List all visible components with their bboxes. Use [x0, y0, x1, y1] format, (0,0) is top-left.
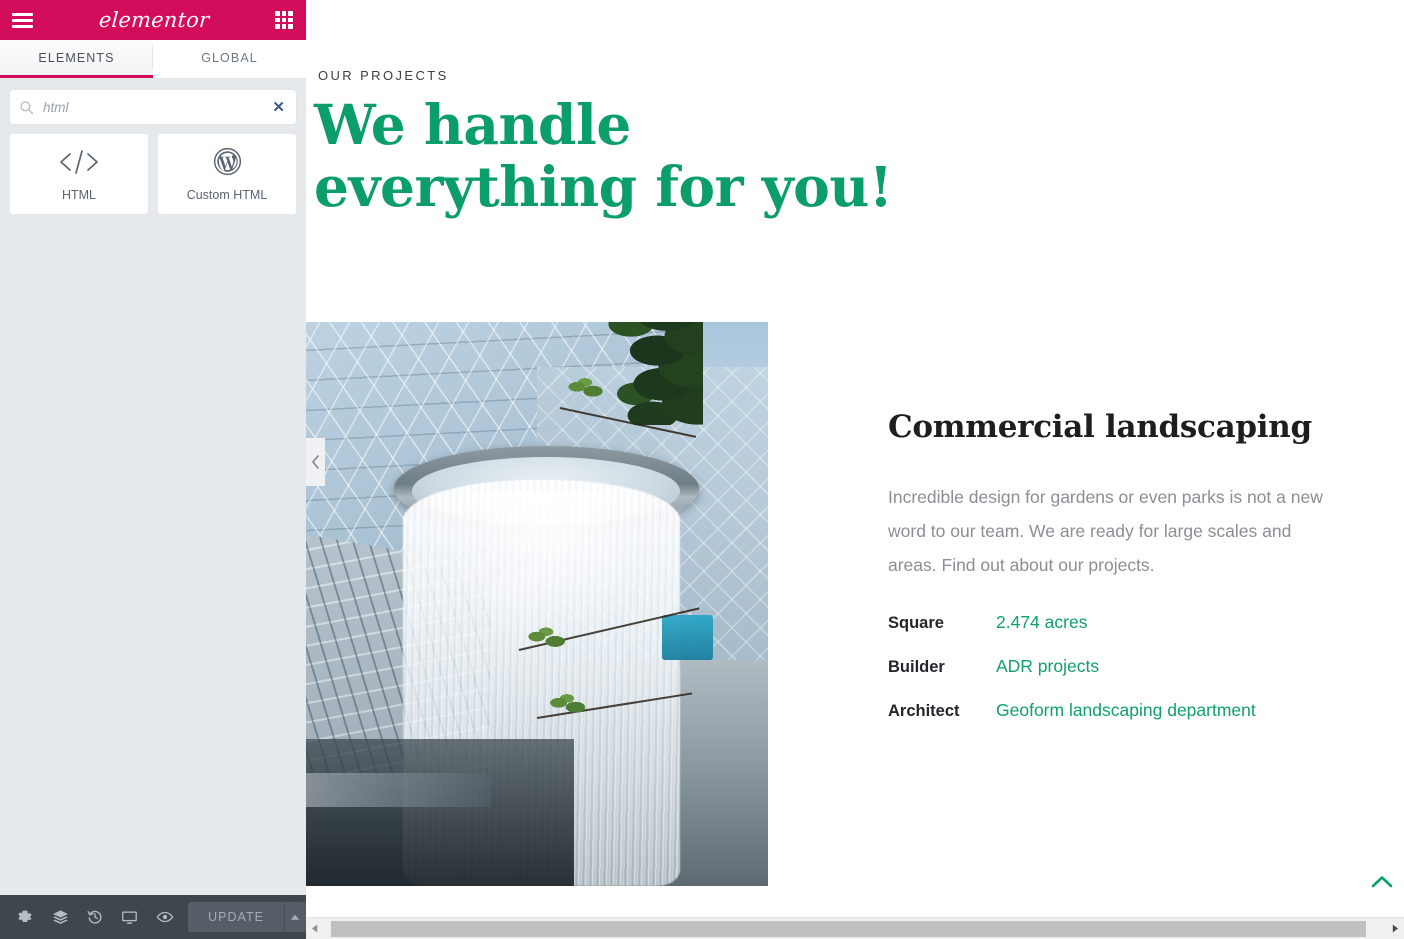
spec-value: ADR projects	[996, 655, 1100, 676]
widget-results-grid: HTML Custom HTML	[0, 124, 306, 224]
search-input[interactable]	[43, 99, 272, 115]
elementor-logo: elementor	[97, 8, 211, 32]
hero-title-line-1: We handle	[314, 92, 631, 157]
panel-footer: UPDATE	[0, 895, 306, 939]
panel-tabs: ELEMENTS GLOBAL	[0, 40, 306, 78]
back-to-top-icon[interactable]	[1368, 867, 1396, 895]
widget-label-custom-html: Custom HTML	[186, 187, 268, 202]
update-button[interactable]: UPDATE	[188, 902, 284, 932]
horizontal-scrollbar[interactable]	[306, 917, 1404, 939]
widget-card-html[interactable]: HTML	[10, 134, 148, 214]
slider-prev-button[interactable]	[306, 438, 325, 486]
project-slider	[306, 322, 768, 886]
project-spec-list: Square 2.474 acres Builder ADR projects …	[888, 612, 1358, 744]
grid-apps-icon[interactable]	[272, 8, 296, 32]
widget-card-custom-html[interactable]: Custom HTML	[158, 134, 296, 214]
widget-label-html: HTML	[61, 187, 97, 202]
code-brackets-icon	[57, 147, 101, 177]
preview-canvas: OUR PROJECTS We handle everything for yo…	[306, 0, 1404, 939]
preview-eye-icon[interactable]	[147, 895, 182, 939]
scroll-left-arrow-icon[interactable]	[306, 918, 323, 939]
settings-gear-icon[interactable]	[8, 895, 43, 939]
panel-empty-space	[0, 224, 306, 895]
spec-value: Geoform landscaping department	[996, 699, 1256, 720]
search-icon	[19, 100, 34, 115]
elementor-panel: elementor ELEMENTS GLOBAL ✕	[0, 0, 306, 939]
history-revisions-icon[interactable]	[78, 895, 113, 939]
hamburger-icon[interactable]	[8, 6, 36, 34]
scrollbar-track[interactable]	[323, 918, 1387, 939]
project-description: Incredible design for gardens or even pa…	[888, 486, 1323, 575]
project-image	[306, 322, 768, 886]
responsive-mode-icon[interactable]	[112, 895, 147, 939]
project-details: Commercial landscaping Incredible design…	[888, 409, 1358, 744]
scrollbar-thumb[interactable]	[331, 920, 1366, 937]
spec-label: Architect	[888, 701, 960, 720]
spec-label: Square	[888, 613, 944, 632]
hero-title-line-2: everything for you!	[314, 154, 893, 219]
spec-value: 2.474 acres	[996, 611, 1088, 632]
spec-row-square: Square 2.474 acres	[888, 612, 1358, 656]
project-title: Commercial landscaping	[888, 409, 1312, 445]
search-box[interactable]: ✕	[10, 90, 296, 124]
update-button-group: UPDATE	[188, 902, 306, 932]
update-options-caret-icon[interactable]	[283, 902, 306, 932]
spec-label: Builder	[888, 657, 945, 676]
page-title: We handle everything for you!	[314, 94, 893, 218]
tab-global[interactable]: GLOBAL	[153, 40, 306, 78]
section-eyebrow: OUR PROJECTS	[318, 68, 449, 83]
scroll-right-arrow-icon[interactable]	[1387, 918, 1404, 939]
clear-search-icon[interactable]: ✕	[271, 98, 286, 117]
search-section: ✕	[0, 78, 306, 124]
panel-header: elementor	[0, 0, 306, 40]
spec-row-builder: Builder ADR projects	[888, 656, 1358, 700]
spec-row-architect: Architect Geoform landscaping department	[888, 700, 1358, 744]
wordpress-icon	[213, 147, 242, 177]
tab-elements[interactable]: ELEMENTS	[0, 40, 153, 78]
elementor-editor: elementor ELEMENTS GLOBAL ✕	[0, 0, 1404, 939]
navigator-layers-icon[interactable]	[43, 895, 78, 939]
